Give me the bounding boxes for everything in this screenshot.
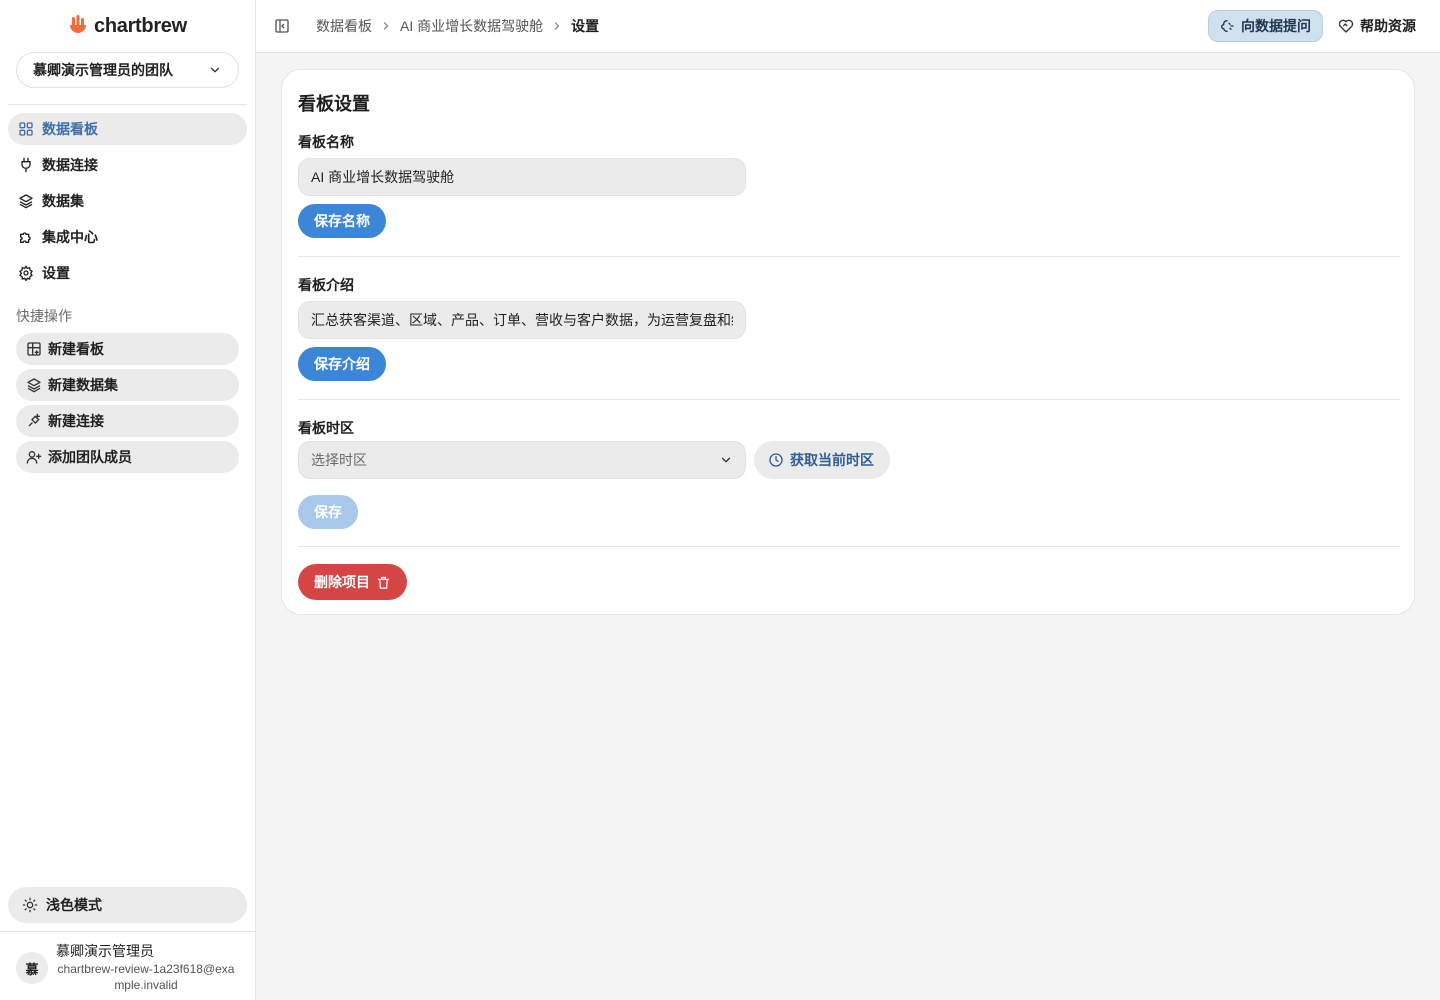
- sidebar-item-label: 数据连接: [42, 157, 98, 173]
- chevron-right-icon: [551, 20, 563, 32]
- user-profile[interactable]: 慕 慕卿演示管理员 chartbrew-review-1a23f618@exam…: [16, 940, 248, 996]
- gear-icon: [18, 265, 34, 281]
- new-dashboard-button[interactable]: 新建看板: [16, 333, 239, 365]
- topbar: 数据看板 AI 商业增长数据驾驶舱 设置 向数据提问 帮助资源: [256, 0, 1440, 53]
- timezone-placeholder: 选择时区: [311, 452, 367, 468]
- timezone-label: 看板时区: [298, 420, 354, 436]
- user-info: 慕卿演示管理员 chartbrew-review-1a23f618@exampl…: [56, 943, 236, 993]
- timezone-select[interactable]: 选择时区: [298, 441, 746, 479]
- section-divider: [298, 399, 1400, 400]
- breadcrumb-dashboard-name[interactable]: AI 商业增长数据驾驶舱: [400, 16, 543, 36]
- breadcrumb-current: 设置: [571, 18, 600, 34]
- name-label: 看板名称: [298, 134, 354, 150]
- trash-icon: [376, 575, 391, 590]
- delete-label: 删除项目: [314, 574, 370, 590]
- quick-action-label: 新建连接: [48, 413, 104, 429]
- section-divider: [298, 546, 1400, 547]
- new-connection-button[interactable]: 新建连接: [16, 405, 239, 437]
- breadcrumb: 数据看板 AI 商业增长数据驾驶舱 设置: [316, 16, 599, 36]
- logo-text: chartbrew: [94, 14, 187, 37]
- sidebar-item-label: 数据集: [42, 193, 84, 209]
- dashboard-settings-card: 看板设置 看板名称 保存名称 看板介绍 保存介绍 看板时区 选择时区 获取当前时…: [281, 69, 1415, 615]
- new-dataset-button[interactable]: 新建数据集: [16, 369, 239, 401]
- dashboard-grid-icon: [18, 121, 34, 137]
- avatar: 慕: [16, 952, 48, 984]
- sidebar-item-label: 数据看板: [42, 121, 98, 137]
- plug-plus-icon: [26, 413, 42, 429]
- grid-plus-icon: [26, 341, 42, 357]
- quick-action-label: 新建看板: [48, 341, 104, 357]
- quick-action-label: 新建数据集: [48, 377, 118, 393]
- ask-data-button[interactable]: 向数据提问: [1208, 10, 1323, 42]
- plug-icon: [18, 157, 34, 173]
- dashboard-description-input[interactable]: [298, 301, 746, 339]
- sidebar-item-dashboards[interactable]: 数据看板: [8, 113, 247, 145]
- sidebar: chartbrew 慕卿演示管理员的团队 数据看板 数据连接 数据集 集成中心 …: [0, 0, 256, 1000]
- quick-actions: 新建看板 新建数据集 新建连接 添加团队成员: [16, 333, 239, 477]
- get-current-timezone-button[interactable]: 获取当前时区: [754, 441, 890, 479]
- layers-icon: [18, 193, 34, 209]
- description-label: 看板介绍: [298, 277, 354, 293]
- quick-action-label: 添加团队成员: [48, 449, 132, 465]
- sidebar-item-connections[interactable]: 数据连接: [8, 149, 247, 181]
- sidebar-divider: [8, 104, 247, 105]
- team-selector[interactable]: 慕卿演示管理员的团队: [16, 52, 239, 88]
- user-email: chartbrew-review-1a23f618@example.invali…: [57, 962, 235, 992]
- sidebar-item-settings[interactable]: 设置: [8, 257, 247, 289]
- theme-label: 浅色模式: [46, 897, 102, 913]
- delete-project-button[interactable]: 删除项目: [298, 564, 407, 600]
- save-description-button[interactable]: 保存介绍: [298, 347, 386, 381]
- sidebar-item-label: 集成中心: [42, 229, 98, 245]
- sidebar-bottom-divider: [0, 931, 256, 932]
- sidebar-item-label: 设置: [42, 265, 70, 281]
- help-label: 帮助资源: [1360, 18, 1416, 34]
- help-resources-button[interactable]: 帮助资源: [1338, 10, 1416, 42]
- layers-plus-icon: [26, 377, 42, 393]
- sun-icon: [22, 897, 38, 913]
- save-timezone-button[interactable]: 保存: [298, 495, 358, 529]
- sidebar-item-datasets[interactable]: 数据集: [8, 185, 247, 217]
- user-name: 慕卿演示管理员: [56, 943, 154, 959]
- save-name-button[interactable]: 保存名称: [298, 204, 386, 238]
- get-timezone-label: 获取当前时区: [790, 452, 874, 468]
- dashboard-name-input[interactable]: [298, 158, 746, 196]
- sidebar-nav: 数据看板 数据连接 数据集 集成中心 设置: [8, 113, 247, 293]
- section-divider: [298, 256, 1400, 257]
- chevron-down-icon: [208, 63, 222, 77]
- team-name: 慕卿演示管理员的团队: [33, 62, 173, 78]
- page-title: 看板设置: [298, 94, 370, 114]
- ask-data-label: 向数据提问: [1241, 18, 1311, 34]
- quick-actions-heading: 快捷操作: [16, 308, 72, 324]
- ai-brain-icon: [1219, 18, 1235, 34]
- heart-handshake-icon: [1338, 18, 1354, 34]
- sidebar-item-integrations[interactable]: 集成中心: [8, 221, 247, 253]
- chartbrew-logo-icon: [66, 14, 90, 38]
- sidebar-collapse-icon[interactable]: [274, 18, 290, 34]
- puzzle-icon: [18, 229, 34, 245]
- chevron-down-icon: [719, 453, 733, 467]
- add-team-member-button[interactable]: 添加团队成员: [16, 441, 239, 473]
- breadcrumb-dashboards[interactable]: 数据看板: [316, 16, 372, 36]
- clock-icon: [768, 452, 784, 468]
- user-plus-icon: [26, 449, 42, 465]
- theme-toggle-button[interactable]: 浅色模式: [8, 887, 247, 923]
- app-logo[interactable]: chartbrew: [66, 12, 187, 40]
- chevron-right-icon: [380, 20, 392, 32]
